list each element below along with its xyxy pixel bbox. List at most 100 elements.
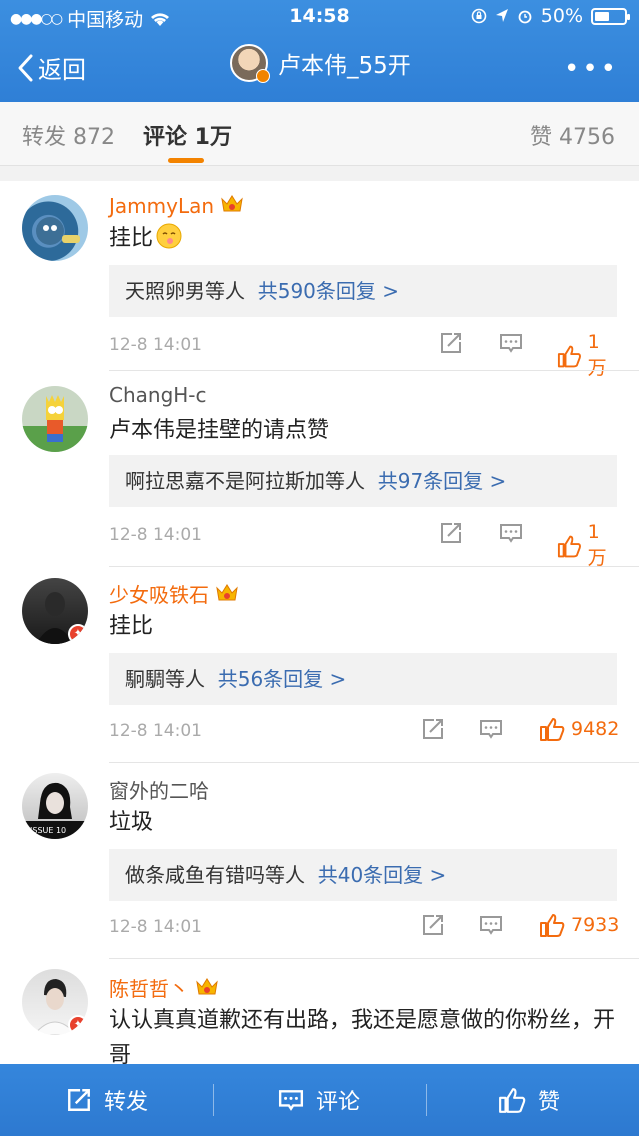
thumbs-up-icon — [540, 718, 565, 741]
battery-fill — [595, 11, 609, 21]
chevron-left-icon — [18, 54, 33, 81]
reply-count: 共590条回复 > — [257, 279, 400, 303]
timestamp: 12-8 14:01 — [109, 335, 202, 355]
reply-users: 做条咸鱼有错吗等人 — [125, 863, 305, 887]
list-item: JammyLan 挂比 天照卵男等人 共590条回复 > 12-8 14:01 … — [0, 181, 639, 379]
comment-icon[interactable] — [499, 331, 523, 359]
page-title: 卢本伟_55开 — [278, 53, 411, 79]
username[interactable]: 陈哲哲丶 — [109, 973, 219, 1003]
avatar-image — [22, 395, 88, 452]
avatar-image: ISSUE 10 — [22, 782, 88, 839]
reply-users: 啊拉思嘉不是阿拉斯加等人 — [125, 469, 365, 493]
top-header: ●●●○○ 中国移动 14:58 50% 返回 卢本伟_55开 ••• — [0, 0, 639, 102]
emoji-icon — [155, 222, 183, 261]
username[interactable]: ChangH-c — [109, 383, 207, 407]
username-text: JammyLan — [109, 194, 215, 218]
tab-like[interactable]: 赞 4756 — [530, 119, 615, 151]
verified-badge-icon — [256, 69, 270, 83]
reply-count: 共40条回复 > — [317, 863, 447, 887]
tab-bar: 转发 872 评论 1万 赞 4756 — [0, 102, 639, 166]
comment-body: 挂比 — [109, 226, 154, 251]
username[interactable]: 窗外的二哈 — [109, 775, 209, 804]
username-text: 少女吸铁石 — [109, 583, 209, 607]
list-item: ✦ 陈哲哲丶 认认真真道歉还有出路，我还是愿意做的你粉丝，开哥 — [0, 959, 639, 1064]
list-item: ISSUE 10 窗外的二哈 垃圾 做条咸鱼有错吗等人 共40条回复 > 12-… — [0, 763, 639, 959]
repost-icon[interactable] — [421, 717, 445, 745]
comment-meta: 12-8 14:01 9482 — [109, 717, 619, 747]
comment-meta: 12-8 14:01 1万 — [109, 521, 617, 569]
weibo-comments-screen: ●●●○○ 中国移动 14:58 50% 返回 卢本伟_55开 ••• 转发 8… — [0, 0, 639, 1136]
username-text: 陈哲哲丶 — [109, 977, 189, 1001]
crown-icon — [195, 976, 219, 1003]
repost-button[interactable]: 转发 — [66, 1084, 148, 1116]
avatar[interactable]: ✦ — [22, 578, 88, 644]
repost-icon — [68, 1089, 90, 1111]
back-button[interactable]: 返回 — [16, 50, 86, 85]
avatar[interactable] — [22, 195, 88, 261]
username[interactable]: 少女吸铁石 — [109, 579, 239, 609]
reply-users: 駉騆等人 — [125, 667, 205, 691]
status-right: 50% — [471, 5, 630, 27]
comment-icon[interactable] — [499, 521, 523, 549]
comment-text: 垃圾 — [109, 810, 154, 835]
like-count: 1万 — [587, 521, 607, 569]
nav-user[interactable]: 卢本伟_55开 — [230, 44, 411, 83]
thumbs-up-icon — [557, 535, 581, 557]
repost-icon[interactable] — [439, 521, 463, 549]
back-label: 返回 — [38, 56, 86, 84]
like-label: 赞 — [538, 1090, 561, 1115]
comment-icon — [278, 1090, 304, 1111]
comment-icon[interactable] — [479, 717, 503, 745]
like-count: 9482 — [571, 718, 620, 740]
comment-text: 挂比 — [109, 614, 154, 639]
repost-icon[interactable] — [439, 331, 463, 359]
battery-percent: 50% — [540, 5, 583, 27]
thumbs-up-icon — [557, 345, 581, 367]
comment-text: 挂比 — [109, 221, 619, 261]
timestamp: 12-8 14:01 — [109, 721, 202, 741]
verified-badge-icon: ✦ — [68, 624, 88, 644]
avatar[interactable]: ISSUE 10 — [22, 773, 88, 839]
divider — [426, 1084, 427, 1116]
like-button[interactable]: 赞 — [498, 1084, 560, 1116]
reply-summary[interactable]: 啊拉思嘉不是阿拉斯加等人 共97条回复 > — [109, 455, 617, 507]
battery-icon — [591, 7, 630, 25]
comment-icon[interactable] — [479, 913, 503, 941]
alarm-icon — [518, 10, 532, 24]
timestamp: 12-8 14:01 — [109, 525, 202, 545]
thumbs-up-icon — [499, 1088, 526, 1113]
like-button[interactable]: 9482 — [539, 717, 619, 741]
reply-summary[interactable]: 駉騆等人 共56条回复 > — [109, 653, 617, 705]
reply-count: 共56条回复 > — [217, 667, 347, 691]
like-count: 7933 — [571, 914, 620, 936]
status-bar: ●●●○○ 中国移动 14:58 50% — [0, 0, 639, 34]
more-icon[interactable]: ••• — [564, 54, 619, 84]
crown-icon — [215, 582, 239, 609]
tab-comment[interactable]: 评论 1万 — [143, 119, 232, 151]
list-item: ChangH-c 卢本伟是挂壁的请点赞 啊拉思嘉不是阿拉斯加等人 共97条回复 … — [0, 371, 639, 569]
nav-bar: 返回 卢本伟_55开 ••• — [0, 40, 639, 94]
rotation-lock-icon — [471, 8, 487, 24]
tab-repost[interactable]: 转发 872 — [22, 119, 115, 151]
timestamp: 12-8 14:01 — [109, 917, 202, 937]
list-item: ✦ 少女吸铁石 挂比 駉騆等人 共56条回复 > 12-8 14:01 9482 — [0, 567, 639, 763]
thumbs-up-icon — [540, 914, 565, 937]
like-button[interactable]: 1万 — [557, 521, 617, 570]
svg-text:ISSUE 10: ISSUE 10 — [30, 826, 66, 835]
verified-badge-icon: ✦ — [68, 1015, 88, 1035]
repost-label: 转发 — [104, 1090, 149, 1115]
divider — [213, 1084, 214, 1116]
reply-summary[interactable]: 做条咸鱼有错吗等人 共40条回复 > — [109, 849, 617, 901]
comment-button[interactable]: 评论 — [278, 1084, 360, 1116]
like-button[interactable]: 7933 — [539, 913, 619, 937]
repost-icon[interactable] — [421, 913, 445, 941]
avatar[interactable] — [22, 386, 88, 452]
crown-icon — [220, 193, 244, 220]
bottom-action-bar: 转发 评论 赞 — [0, 1064, 639, 1136]
reply-summary[interactable]: 天照卵男等人 共590条回复 > — [109, 265, 617, 317]
avatar-image — [36, 217, 80, 245]
comment-meta: 12-8 14:01 1万 — [109, 331, 617, 379]
avatar[interactable]: ✦ — [22, 969, 88, 1035]
username[interactable]: JammyLan — [109, 193, 244, 220]
reply-count: 共97条回复 > — [377, 469, 507, 493]
